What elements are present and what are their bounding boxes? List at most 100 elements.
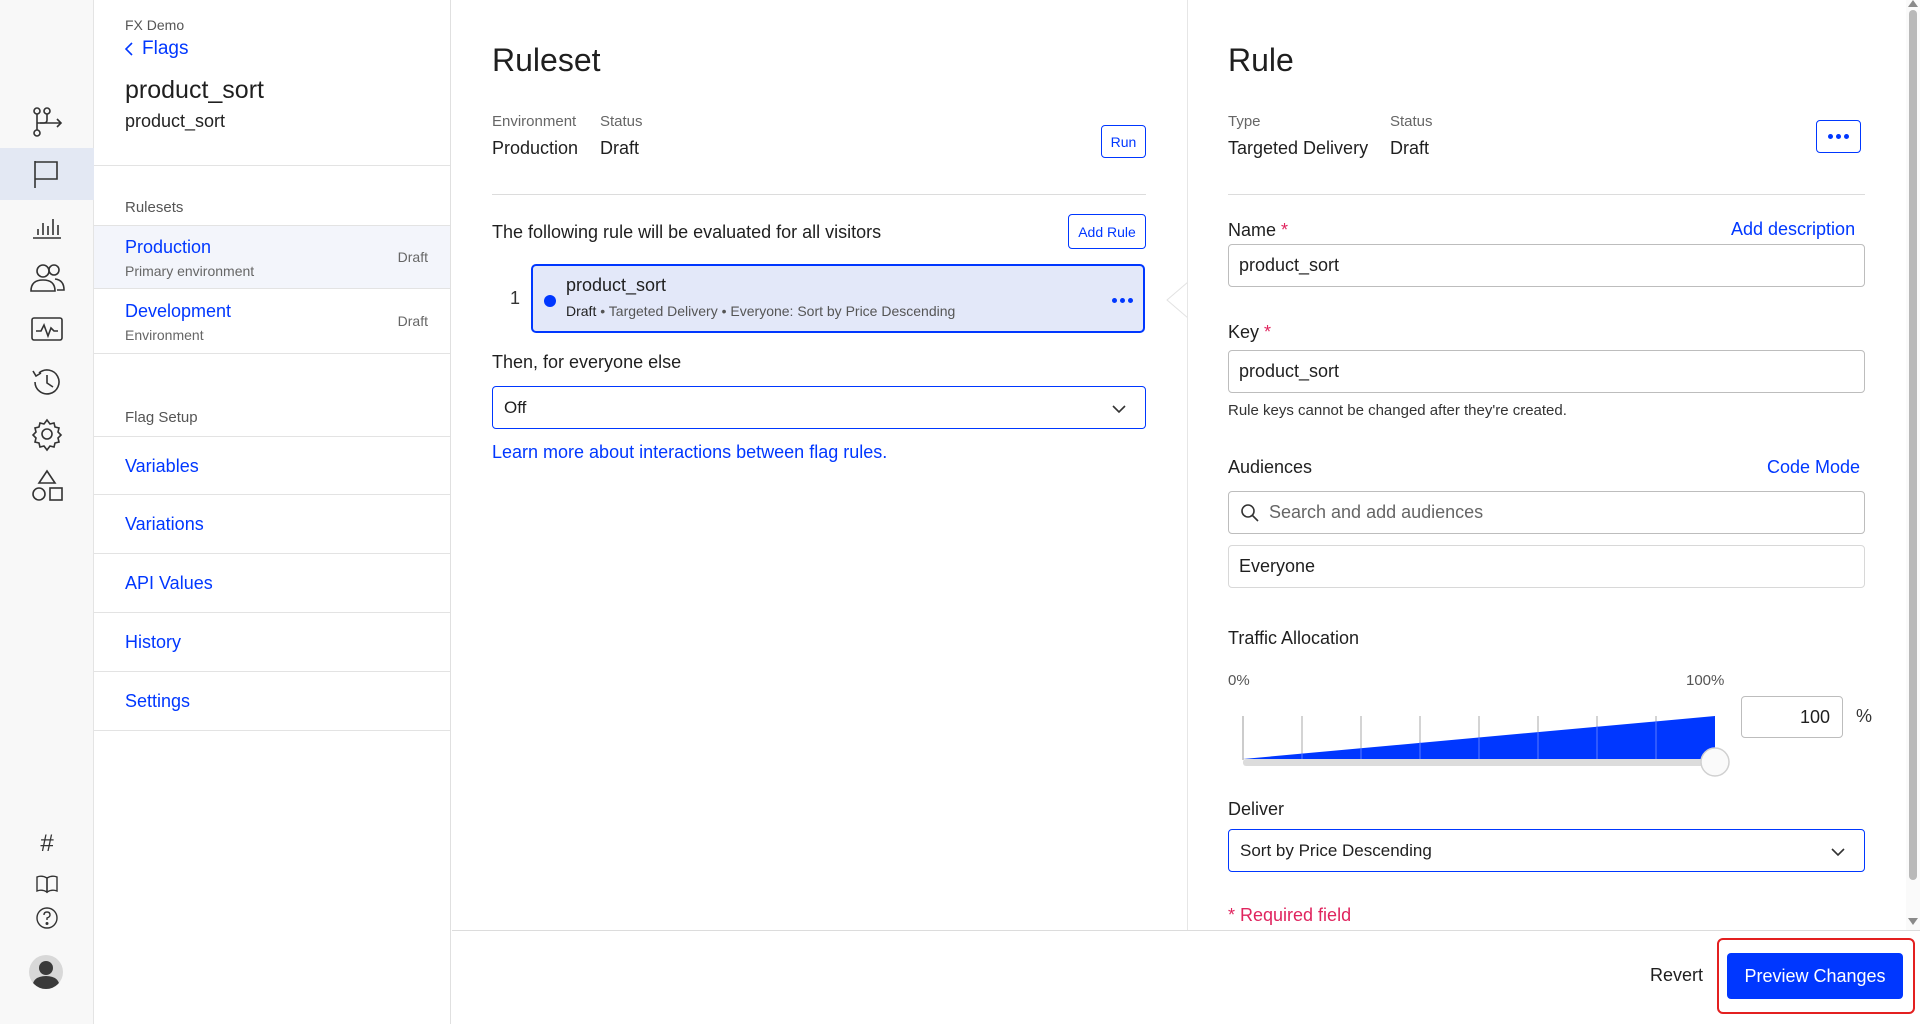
traffic-allocation-label: Traffic Allocation xyxy=(1228,628,1360,648)
app-root: # FX Demo Flags product_sort product_sor… xyxy=(0,0,1920,1024)
traffic-allocation-control: 0% 100% 100 % xyxy=(1228,670,1872,780)
more-icon xyxy=(1119,297,1125,303)
ruleset-title: Ruleset xyxy=(492,42,601,78)
ruleset-status: Draft xyxy=(397,313,428,329)
rule-name-input[interactable]: product_sort xyxy=(1228,244,1865,287)
rule-status-dot xyxy=(544,295,556,307)
name-label-text: Name xyxy=(1228,220,1277,240)
rule-panel: Rule Type Targeted Delivery Status Draft… xyxy=(1187,0,1904,930)
traffic-max-label: 100% xyxy=(1686,672,1725,689)
audiences-label: Audiences xyxy=(1228,457,1313,477)
rail-help[interactable] xyxy=(0,898,94,938)
project-name: FX Demo xyxy=(125,17,185,33)
rail-settings[interactable] xyxy=(0,408,94,460)
rule-panel-scrollbar[interactable] xyxy=(1906,0,1920,930)
audience-search-input[interactable]: Search and add audiences xyxy=(1228,491,1865,534)
selected-audience: Everyone xyxy=(1239,556,1316,576)
required-field-note: * Required field xyxy=(1228,905,1352,925)
selected-audiences-box: Everyone xyxy=(1228,545,1865,588)
else-variation-select[interactable]: Off xyxy=(492,386,1146,429)
rail-shapes[interactable] xyxy=(0,460,94,512)
audiences-icon xyxy=(30,264,65,292)
rail-deploy-flow[interactable] xyxy=(0,96,94,148)
rulesets-heading: Rulesets xyxy=(125,199,184,216)
name-label: Name * xyxy=(1228,220,1288,241)
flag-title: product_sort xyxy=(125,76,264,104)
type-value: Targeted Delivery xyxy=(1228,138,1369,158)
key-label: Key * xyxy=(1228,322,1271,343)
scroll-down-arrow-icon[interactable] xyxy=(1908,918,1918,925)
setup-item-api-values[interactable]: API Values xyxy=(94,554,450,613)
help-icon xyxy=(36,907,58,929)
ruleset-item-production[interactable]: Production Primary environment Draft xyxy=(94,225,450,289)
chevron-left-icon xyxy=(124,42,133,56)
scroll-up-arrow-icon[interactable] xyxy=(1908,0,1918,7)
learn-more-link[interactable]: Learn more about interactions between fl… xyxy=(492,442,887,463)
setup-item-label: Settings xyxy=(125,691,191,711)
flag-sidebar: FX Demo Flags product_sort product_sort … xyxy=(94,0,451,1024)
rail-audiences[interactable] xyxy=(0,252,94,304)
flag-setup-heading: Flag Setup xyxy=(125,409,198,426)
more-icon xyxy=(1828,134,1833,139)
search-icon xyxy=(1241,504,1259,522)
rail-hash[interactable]: # xyxy=(0,824,94,864)
monitor-icon xyxy=(31,317,63,341)
rail-history[interactable] xyxy=(0,356,94,408)
rule-more-button[interactable] xyxy=(1109,290,1135,310)
ruleset-item-development[interactable]: Development Environment Draft xyxy=(94,290,450,354)
environment-label: Environment xyxy=(492,113,577,130)
back-link-label: Flags xyxy=(142,38,189,59)
more-icon xyxy=(1836,134,1841,139)
rules-intro: The following rule will be evaluated for… xyxy=(492,222,882,242)
add-description-link[interactable]: Add description xyxy=(1731,219,1855,240)
flag-icon xyxy=(34,161,58,188)
rail-monitor[interactable] xyxy=(0,304,94,356)
ruleset-panel: Ruleset Environment Production Status Dr… xyxy=(452,0,1186,930)
setup-item-label: Variables xyxy=(125,456,199,476)
rail-reports[interactable] xyxy=(0,200,94,252)
setup-item-history[interactable]: History xyxy=(94,613,450,672)
environment-value: Production xyxy=(492,138,579,158)
key-label-text: Key xyxy=(1228,322,1260,342)
code-mode-link[interactable]: Code Mode xyxy=(1767,457,1860,478)
run-button[interactable]: Run xyxy=(1101,125,1146,158)
rule-name: product_sort xyxy=(566,275,667,295)
rule-more-options-button[interactable] xyxy=(1816,120,1861,153)
traffic-slider[interactable] xyxy=(1228,690,1738,780)
revert-button[interactable]: Revert xyxy=(1650,965,1703,986)
rule-card[interactable]: product_sort Draft • Targeted Delivery •… xyxy=(531,264,1145,333)
status-value: Draft xyxy=(600,138,640,158)
ruleset-name: Development xyxy=(125,301,232,321)
back-to-flags-link[interactable]: Flags xyxy=(124,38,188,60)
shapes-icon xyxy=(32,469,63,501)
required-asterisk: * xyxy=(1281,220,1289,240)
traffic-percent-input[interactable]: 100 xyxy=(1741,696,1843,738)
selection-pointer xyxy=(1166,282,1188,318)
setup-item-variations[interactable]: Variations xyxy=(94,495,450,554)
ruleset-sub: Environment xyxy=(125,327,204,343)
rule-key-input[interactable]: product_sort xyxy=(1228,350,1865,393)
user-avatar[interactable] xyxy=(29,955,63,989)
rule-status: Draft xyxy=(566,303,597,319)
rule-audience-summary: Everyone: Sort by Price Descending xyxy=(730,303,956,319)
setup-item-settings[interactable]: Settings xyxy=(94,672,450,731)
action-footer: Revert Preview Changes xyxy=(452,930,1920,1024)
preview-changes-button[interactable]: Preview Changes xyxy=(1727,953,1903,999)
key-help-text: Rule keys cannot be changed after they'r… xyxy=(1228,402,1567,419)
reports-chart-icon xyxy=(33,219,61,239)
history-icon xyxy=(32,369,60,395)
chevron-down-icon xyxy=(1112,405,1126,414)
scroll-thumb[interactable] xyxy=(1909,10,1917,880)
rule-summary: Draft • Targeted Delivery • Everyone: So… xyxy=(566,303,955,319)
setup-item-variables[interactable]: Variables xyxy=(94,436,450,495)
type-label: Type xyxy=(1228,113,1261,130)
percent-sign: % xyxy=(1856,706,1873,726)
hash-icon: # xyxy=(40,830,54,857)
deliver-variation-select[interactable]: Sort by Price Descending xyxy=(1228,829,1865,872)
required-asterisk: * xyxy=(1264,322,1272,342)
ruleset-name: Production xyxy=(125,237,212,257)
icon-rail: # xyxy=(0,0,94,1024)
add-rule-button[interactable]: Add Rule xyxy=(1068,214,1146,249)
deliver-label: Deliver xyxy=(1228,799,1285,819)
rail-flags[interactable] xyxy=(0,148,94,200)
